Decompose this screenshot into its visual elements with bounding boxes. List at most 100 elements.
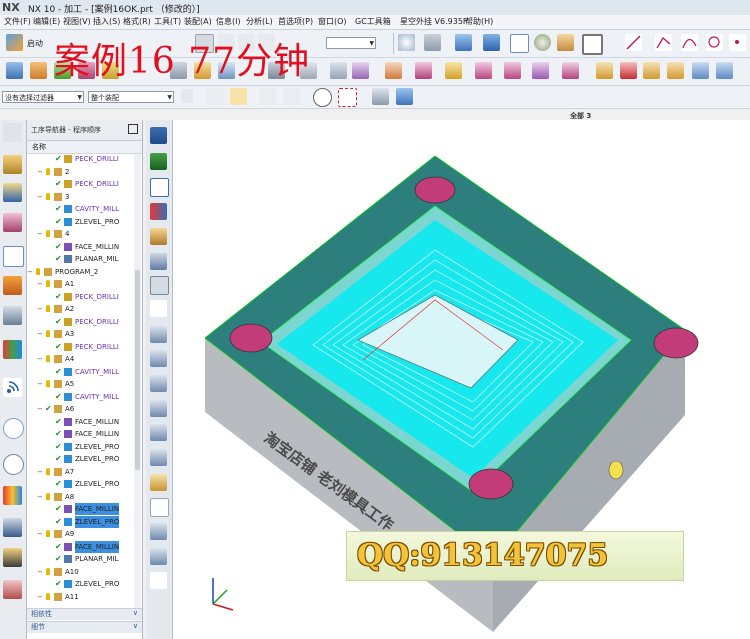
- tree-group-row[interactable]: − PROGRAM_2: [27, 266, 133, 278]
- collapse-icon[interactable]: −: [37, 303, 43, 315]
- point-snap-icon[interactable]: [313, 88, 332, 107]
- tree-operation-row[interactable]: ✔ PECK_DRILLI: [27, 291, 133, 303]
- maximize-icon[interactable]: [128, 124, 138, 134]
- tree-operation-row[interactable]: ✔ ZLEVEL_PRO: [27, 216, 133, 228]
- view-combo[interactable]: ▼: [326, 37, 376, 49]
- collapse-icon[interactable]: −: [37, 228, 43, 240]
- boolean-icon[interactable]: [620, 62, 637, 79]
- verify-op-icon[interactable]: [150, 523, 167, 540]
- tool-icon[interactable]: [150, 228, 167, 245]
- tree-operation-row[interactable]: ✔ ZLEVEL_PRO: [27, 578, 133, 590]
- shaded-view-icon[interactable]: [455, 34, 472, 51]
- cut-op-icon[interactable]: [150, 350, 167, 367]
- clock-icon[interactable]: [3, 454, 24, 475]
- point-icon[interactable]: [729, 34, 746, 51]
- tool-path-icon[interactable]: [385, 62, 402, 79]
- paste-op-icon[interactable]: [150, 400, 167, 417]
- palette-icon[interactable]: [3, 486, 22, 505]
- tree-operation-row[interactable]: ✔ FACE_MILLIN: [27, 416, 133, 428]
- feature-icon[interactable]: [352, 62, 369, 79]
- menu-view[interactable]: 视图(V): [63, 16, 91, 27]
- system-materials-icon[interactable]: [3, 580, 22, 599]
- box-icon[interactable]: [415, 62, 432, 79]
- generate-op-icon[interactable]: [150, 474, 167, 491]
- book-icon[interactable]: [150, 178, 169, 197]
- circle-icon[interactable]: [706, 34, 723, 51]
- menu-format[interactable]: 格式(R): [123, 16, 151, 27]
- sphere-solid-icon[interactable]: [532, 62, 549, 79]
- display-mode-icon[interactable]: [582, 34, 603, 55]
- collapse-icon[interactable]: −: [37, 566, 43, 578]
- green-flag-icon[interactable]: [150, 153, 167, 170]
- paste-inside-icon[interactable]: [150, 424, 167, 441]
- down-arrow-icon[interactable]: [150, 127, 167, 144]
- tree-group-row[interactable]: −2: [27, 166, 133, 178]
- snap-icon[interactable]: [283, 88, 300, 105]
- history-icon[interactable]: [3, 418, 24, 439]
- menu-plugin[interactable]: 星空外挂 V6.935F: [400, 16, 468, 27]
- menu-analysis[interactable]: 分析(L): [246, 16, 273, 27]
- start-button[interactable]: 启动: [27, 38, 43, 49]
- drill-icon[interactable]: [150, 253, 167, 270]
- menu-tools[interactable]: 工具(T): [154, 16, 181, 27]
- tree-group-row[interactable]: −4: [27, 228, 133, 240]
- snap-filter-icon[interactable]: [230, 88, 247, 105]
- collapse-icon[interactable]: −: [27, 266, 33, 278]
- tree-operation-row[interactable]: ✔ FACE_MILLIN: [27, 241, 133, 253]
- select-icon[interactable]: [259, 88, 276, 105]
- tree-group-row[interactable]: − ✔ A6: [27, 403, 133, 415]
- view-box-icon[interactable]: [372, 88, 389, 105]
- collapse-icon[interactable]: −: [37, 528, 43, 540]
- collapse-icon[interactable]: −: [37, 353, 43, 365]
- settings-icon[interactable]: [3, 123, 22, 142]
- collapse-icon[interactable]: −: [37, 191, 43, 203]
- menu-file[interactable]: 文件(F): [4, 16, 31, 27]
- details-panel[interactable]: 细节 ∨: [27, 621, 142, 633]
- tree-operation-row[interactable]: ✔ FACE_MILLIN: [27, 540, 133, 553]
- shell-icon[interactable]: [692, 62, 709, 79]
- collapse-icon[interactable]: −: [37, 328, 43, 340]
- trim-body-icon[interactable]: [716, 62, 733, 79]
- block-icon[interactable]: [445, 62, 462, 79]
- web-browser-icon[interactable]: [3, 378, 22, 397]
- collapse-icon[interactable]: −: [37, 403, 43, 415]
- name-icon[interactable]: [150, 572, 167, 589]
- tree-operation-row[interactable]: ✔ ZLEVEL_PRO: [27, 515, 133, 528]
- rename-icon[interactable]: [150, 300, 167, 317]
- cylinder-icon[interactable]: [475, 62, 492, 79]
- tree-group-row[interactable]: − A1: [27, 278, 133, 290]
- menu-window[interactable]: 窗口(O): [318, 16, 347, 27]
- tree-operation-row[interactable]: ✔ PLANAR_MIL: [27, 253, 133, 265]
- create-program-icon[interactable]: [6, 62, 23, 79]
- tree-operation-row[interactable]: ✔ ZLEVEL_PRO: [27, 441, 133, 453]
- tree-operation-row[interactable]: ✔ ZLEVEL_PRO: [27, 478, 133, 490]
- reuse-library-icon[interactable]: [3, 306, 22, 325]
- tree-operation-row[interactable]: ✔ ZLEVEL_PRO: [27, 453, 133, 465]
- edit-op-icon[interactable]: [150, 326, 167, 343]
- menu-preferences[interactable]: 首选项(P): [278, 16, 313, 27]
- tree-operation-row[interactable]: ✔ PECK_DRILLI: [27, 153, 133, 165]
- column-name-header[interactable]: 名称: [32, 142, 46, 152]
- simulate-icon[interactable]: [150, 548, 167, 565]
- tree-group-row[interactable]: − A8: [27, 491, 133, 503]
- menu-assembly[interactable]: 装配(A): [184, 16, 212, 27]
- menu-gc-toolbox[interactable]: GC工具箱: [355, 16, 391, 27]
- constraint-navigator-icon[interactable]: [3, 213, 22, 232]
- revolve-icon[interactable]: [596, 62, 613, 79]
- box-select-icon[interactable]: [338, 88, 357, 107]
- menu-info[interactable]: 信息(I): [216, 16, 241, 27]
- tree-group-row[interactable]: − A5: [27, 378, 133, 390]
- collapse-icon[interactable]: −: [37, 591, 43, 603]
- start-icon[interactable]: [6, 34, 23, 51]
- tree-group-row[interactable]: − A4: [27, 353, 133, 365]
- polyline-icon[interactable]: [655, 34, 672, 51]
- arc-icon[interactable]: [681, 34, 698, 51]
- list-icon[interactable]: [150, 498, 169, 517]
- menu-help[interactable]: 帮助(H): [465, 16, 493, 27]
- machine-tool-navigator-icon[interactable]: [3, 276, 22, 295]
- tree-group-row[interactable]: − A3: [27, 328, 133, 340]
- tree-operation-row[interactable]: ✔ PECK_DRILLI: [27, 316, 133, 328]
- tree-group-row[interactable]: − A11: [27, 591, 133, 603]
- gear-icon[interactable]: [150, 276, 169, 295]
- operation-navigator-icon[interactable]: [3, 246, 24, 267]
